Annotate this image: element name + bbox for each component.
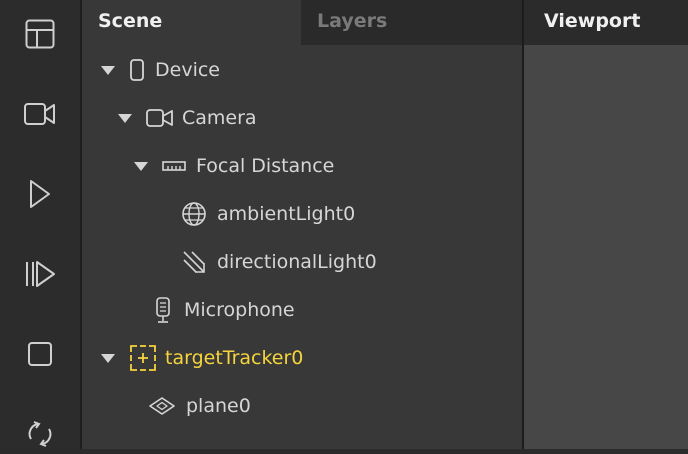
- play-button[interactable]: [20, 174, 60, 214]
- video-button[interactable]: [20, 94, 60, 134]
- refresh-button[interactable]: [20, 414, 60, 454]
- tree-item-label: Camera: [182, 107, 257, 129]
- refresh-icon: [28, 421, 52, 447]
- tree-item-microphone[interactable]: Microphone: [154, 286, 295, 334]
- step-forward-button[interactable]: [20, 254, 60, 294]
- globe-icon: [181, 201, 207, 227]
- panel-tabs: Scene Layers: [82, 0, 522, 45]
- tab-scene[interactable]: Scene: [82, 0, 301, 45]
- tree-item-label: ambientLight0: [217, 203, 356, 225]
- tree-item-label: directionalLight0: [217, 251, 377, 273]
- plane-icon: [148, 396, 176, 416]
- camera-icon: [146, 108, 174, 128]
- expand-caret-icon[interactable]: [118, 113, 132, 123]
- tree-item-camera[interactable]: Camera: [118, 94, 257, 142]
- directional-light-icon: [181, 249, 207, 275]
- microphone-icon: [154, 296, 172, 324]
- tree-item-directional-light[interactable]: directionalLight0: [181, 238, 377, 286]
- tree-item-label: Focal Distance: [196, 155, 335, 177]
- tree-item-plane[interactable]: plane0: [148, 382, 251, 430]
- phone-icon: [129, 58, 145, 82]
- tree-item-focal-distance[interactable]: Focal Distance: [134, 142, 334, 190]
- layout-icon: [25, 19, 55, 49]
- tree-item-label: plane0: [186, 395, 251, 417]
- tree-item-label: Device: [155, 59, 220, 81]
- tree-item-ambient-light[interactable]: ambientLight0: [181, 190, 355, 238]
- tree-item-label: Microphone: [184, 299, 295, 321]
- expand-caret-icon[interactable]: [134, 161, 148, 171]
- tree-item-target-tracker[interactable]: targetTracker0: [101, 334, 303, 382]
- tab-layers[interactable]: Layers: [301, 0, 522, 45]
- toolbar: [0, 0, 82, 449]
- scene-panel: Scene Layers Device Camera Focal Distanc…: [82, 0, 522, 449]
- viewport-title: Viewport: [524, 0, 688, 45]
- tree-item-device[interactable]: Device: [101, 46, 220, 94]
- tree-item-label: targetTracker0: [165, 347, 304, 369]
- stop-button[interactable]: [20, 334, 60, 374]
- viewport-panel[interactable]: Viewport: [524, 0, 688, 449]
- stop-icon: [28, 342, 52, 366]
- video-camera-icon: [24, 103, 55, 125]
- ruler-icon: [162, 159, 186, 173]
- step-forward-icon: [26, 261, 55, 287]
- expand-caret-icon[interactable]: [101, 65, 115, 75]
- layout-button[interactable]: [20, 14, 60, 54]
- expand-caret-icon[interactable]: [101, 353, 115, 363]
- target-tracker-icon: [129, 344, 157, 372]
- play-icon: [30, 180, 50, 208]
